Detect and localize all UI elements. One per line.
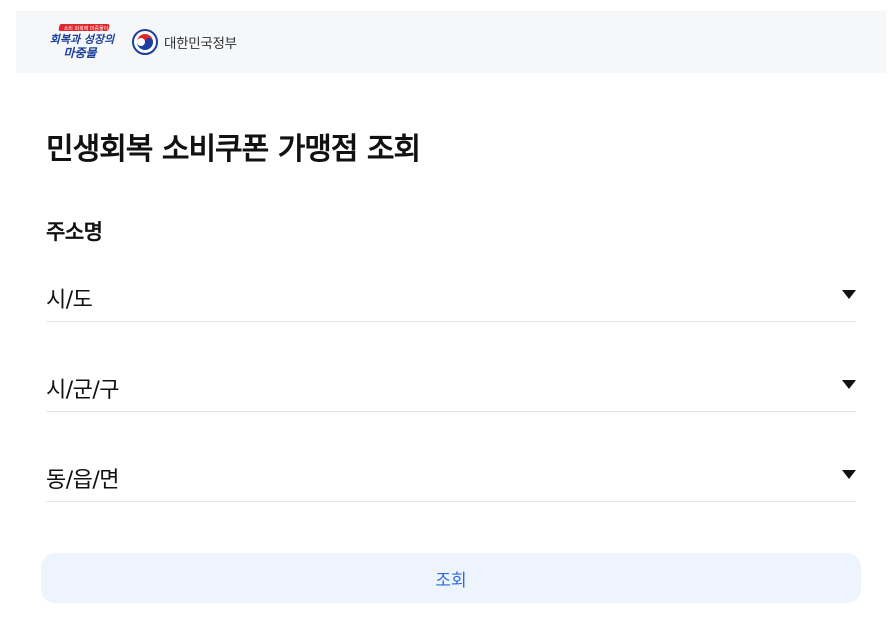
caret-down-icon — [842, 290, 856, 299]
caret-down-icon — [842, 380, 856, 389]
city-district-select-value: 시/군/구 — [46, 378, 120, 403]
address-section-label: 주소명 — [46, 220, 103, 244]
page: 소비 회복에 마중물이 회복과 성장의 마중물 대한민국정부 민생회복 소비쿠폰… — [0, 0, 896, 630]
city-district-select[interactable]: 시/군/구 — [46, 366, 856, 412]
campaign-logo[interactable]: 소비 회복에 마중물이 회복과 성장의 마중물 — [46, 23, 118, 63]
gov-logo[interactable]: 대한민국정부 — [132, 29, 237, 55]
caret-down-icon — [842, 470, 856, 479]
town-select-value: 동/읍/면 — [46, 468, 120, 493]
page-title: 민생회복 소비쿠폰 가맹점 조회 — [46, 132, 421, 167]
campaign-logo-line2: 마중물 — [63, 46, 98, 60]
province-select[interactable]: 시/도 — [46, 276, 856, 322]
taegeuk-emblem-icon — [132, 29, 158, 55]
province-select-value: 시/도 — [46, 288, 93, 313]
campaign-logo-line1: 회복과 성장의 — [50, 33, 116, 46]
campaign-logo-tag: 소비 회복에 마중물이 — [64, 25, 109, 32]
header-bar: 소비 회복에 마중물이 회복과 성장의 마중물 대한민국정부 — [16, 11, 886, 73]
town-select[interactable]: 동/읍/면 — [46, 456, 856, 502]
search-button[interactable]: 조회 — [41, 553, 861, 603]
gov-name: 대한민국정부 — [164, 36, 237, 52]
